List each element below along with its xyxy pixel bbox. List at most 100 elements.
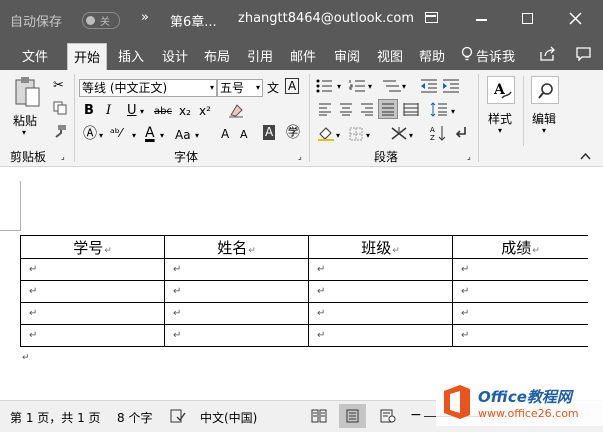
table-cell[interactable]: ↵ — [452, 302, 588, 325]
shrink-font-button[interactable]: A — [240, 127, 248, 143]
format-painter-icon[interactable] — [53, 124, 67, 138]
chevron-down-icon[interactable]: ▾ — [542, 126, 546, 135]
minimize-icon[interactable] — [476, 19, 487, 21]
tab-layout[interactable]: 布局 — [204, 46, 230, 65]
chevron-down-icon[interactable]: ▾ — [409, 128, 413, 144]
read-mode-icon[interactable] — [311, 409, 327, 423]
bullets-icon[interactable] — [316, 79, 338, 93]
table-cell[interactable]: ↵ — [164, 302, 309, 325]
chevron-down-icon[interactable]: ▾ — [132, 128, 136, 144]
table-header-cell[interactable]: 学号↵ — [20, 235, 165, 259]
character-border-icon[interactable]: A — [285, 78, 300, 94]
tab-review[interactable]: 审阅 — [334, 46, 360, 65]
editing-label[interactable]: 编辑 — [532, 110, 556, 127]
chinese-layout-icon[interactable] — [390, 126, 408, 141]
clear-formatting-icon[interactable] — [228, 102, 244, 118]
chevron-down-icon[interactable]: ▾ — [368, 79, 372, 95]
table-cell[interactable]: ↵ — [164, 258, 309, 281]
proofing-icon[interactable] — [170, 409, 186, 423]
font-name-combobox[interactable]: 等线 (中文正文) ▾ — [79, 79, 217, 97]
comments-icon[interactable] — [576, 47, 591, 61]
table-cell[interactable]: ↵ — [452, 280, 588, 303]
table-header-cell[interactable]: 成绩↵ — [452, 235, 588, 259]
table-cell[interactable]: ↵ — [20, 280, 165, 303]
chevron-down-icon[interactable]: ▾ — [402, 79, 406, 95]
highlight-color-icon[interactable]: ᵃᵇ⁄ — [110, 125, 122, 141]
chevron-down-icon[interactable]: ▾ — [99, 128, 103, 144]
autosave-toggle[interactable]: 关 — [82, 12, 120, 29]
close-icon[interactable] — [569, 12, 582, 25]
ribbon-display-options-icon[interactable] — [425, 12, 438, 23]
paste-dropdown-icon[interactable]: ▾ — [22, 128, 26, 137]
chevron-down-icon[interactable]: ▾ — [336, 128, 340, 144]
document-area[interactable]: 学号↵ 姓名↵ 班级↵ 成绩↵ ↵ ↵ ↵ ↵ ↵ ↵ ↵ ↵ ↵ ↵ ↵ ↵ … — [0, 167, 603, 400]
table-cell[interactable]: ↵ — [452, 258, 588, 281]
table-cell[interactable]: ↵ — [20, 258, 165, 281]
chevron-down-icon[interactable]: ▾ — [210, 80, 214, 96]
qat-more-icon[interactable]: » — [141, 10, 149, 25]
superscript-button[interactable]: x² — [199, 103, 211, 119]
borders-icon[interactable] — [349, 127, 363, 141]
font-color-button[interactable]: A — [145, 125, 155, 141]
zoom-out-icon[interactable]: − — [410, 407, 422, 423]
clipboard-launcher-icon[interactable]: ⌟ — [61, 152, 65, 161]
chevron-down-icon[interactable]: ▾ — [140, 104, 144, 120]
paste-button[interactable]: 粘贴 — [13, 112, 37, 129]
table-cell[interactable]: ↵ — [308, 258, 453, 281]
text-effects-icon[interactable]: Ⓐ — [83, 126, 97, 142]
table-cell[interactable]: ↵ — [164, 280, 309, 303]
tab-mailings[interactable]: 邮件 — [290, 46, 316, 65]
table-cell[interactable]: ↵ — [308, 302, 453, 325]
page-count[interactable]: 第 1 页，共 1 页 — [10, 409, 101, 426]
increase-indent-icon[interactable] — [442, 79, 460, 93]
cut-icon[interactable]: ✂ — [53, 78, 64, 94]
table-cell[interactable]: ↵ — [452, 324, 588, 347]
table-cell[interactable]: ↵ — [164, 324, 309, 347]
tab-home[interactable]: 开始 — [67, 43, 108, 70]
chevron-down-icon[interactable]: ▾ — [256, 80, 260, 96]
data-table[interactable]: 学号↵ 姓名↵ 班级↵ 成绩↵ ↵ ↵ ↵ ↵ ↵ ↵ ↵ ↵ ↵ ↵ ↵ ↵ … — [20, 235, 588, 347]
styles-label[interactable]: 样式 — [488, 110, 512, 127]
font-launcher-icon[interactable]: ⌟ — [298, 152, 302, 161]
tab-file[interactable]: 文件 — [22, 46, 48, 65]
table-cell[interactable]: ↵ — [308, 324, 453, 347]
font-size-combobox[interactable]: 五号 ▾ — [217, 79, 263, 97]
print-layout-button[interactable] — [339, 404, 366, 428]
account-name[interactable]: zhangtt8464@outlook.com — [238, 11, 414, 26]
chevron-down-icon[interactable]: ▾ — [451, 104, 455, 120]
enclose-characters-icon[interactable]: ㊫ — [286, 125, 300, 141]
chevron-down-icon[interactable]: ▾ — [195, 128, 199, 144]
align-center-icon[interactable] — [339, 103, 353, 116]
italic-button[interactable]: I — [106, 103, 111, 119]
language[interactable]: 中文(中国) — [200, 409, 257, 426]
chevron-down-icon[interactable]: ▾ — [366, 128, 370, 144]
collapse-ribbon-icon[interactable] — [580, 152, 591, 160]
distributed-icon[interactable] — [403, 103, 419, 116]
chevron-down-icon[interactable]: ▾ — [160, 128, 164, 144]
chevron-down-icon[interactable]: ▾ — [498, 126, 502, 135]
paragraph-launcher-icon[interactable]: ⌟ — [467, 152, 471, 161]
phonetic-guide-icon[interactable]: 文 — [267, 80, 279, 96]
align-left-icon[interactable] — [318, 103, 332, 116]
subscript-button[interactable]: x₂ — [179, 103, 191, 119]
table-cell[interactable]: ↵ — [20, 302, 165, 325]
strikethrough-button[interactable]: abc — [154, 104, 172, 120]
tab-view[interactable]: 视图 — [377, 46, 403, 65]
maximize-icon[interactable] — [522, 13, 533, 24]
editing-button[interactable] — [531, 76, 559, 104]
decrease-indent-icon[interactable] — [420, 79, 438, 93]
line-spacing-icon[interactable] — [430, 102, 448, 117]
show-hide-marks-icon[interactable] — [454, 126, 468, 141]
web-layout-icon[interactable] — [380, 409, 396, 423]
table-header-cell[interactable]: 班级↵ — [308, 235, 453, 259]
table-header-cell[interactable]: 姓名↵ — [164, 235, 309, 259]
align-right-icon[interactable] — [360, 103, 374, 116]
share-icon[interactable] — [540, 46, 556, 61]
numbering-icon[interactable] — [349, 79, 369, 93]
change-case-button[interactable]: Aa — [175, 127, 191, 143]
tab-help[interactable]: 帮助 — [419, 46, 445, 65]
shading-icon[interactable] — [317, 125, 335, 142]
character-shading-button[interactable]: A — [263, 125, 276, 140]
styles-gallery-button[interactable]: A — [487, 76, 515, 104]
table-cell[interactable]: ↵ — [20, 324, 165, 347]
